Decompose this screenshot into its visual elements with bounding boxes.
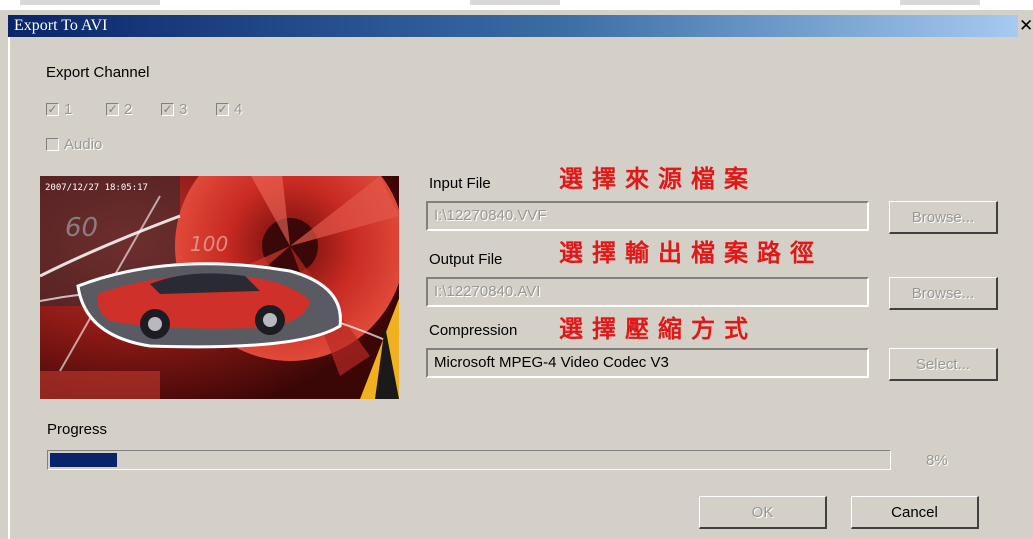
progress-bar (47, 450, 891, 470)
input-file-label: Input File (429, 175, 491, 192)
annotation-input-source: 選擇來源檔案 (559, 165, 757, 193)
svg-text:60: 60 (65, 213, 98, 243)
preview-timestamp: 2007/12/27 18:05:17 (45, 183, 148, 193)
annotation-compression: 選擇壓縮方式 (559, 315, 757, 343)
close-icon: ✕ (1019, 17, 1033, 36)
compression-field[interactable]: Microsoft MPEG-4 Video Codec V3 (426, 348, 869, 378)
channel-2-checkbox[interactable]: ✓ (106, 103, 119, 116)
input-file-text: Input File (429, 175, 491, 192)
background-strip-segment (470, 0, 560, 5)
background-strip-segment (900, 0, 980, 5)
input-browse-button[interactable]: Browse... (889, 201, 998, 234)
progress-percent: 8% (926, 452, 948, 469)
compression-select-button[interactable]: Select... (889, 348, 998, 381)
export-channel-label: Export Channel (46, 64, 149, 81)
channel-1-checkbox[interactable]: ✓ (46, 103, 59, 116)
progress-text: Progress (47, 421, 108, 438)
export-channel-text: Export Channel (46, 64, 150, 81)
audio-checkbox[interactable] (46, 138, 59, 151)
close-button[interactable]: ✕ (1019, 17, 1033, 36)
compression-text: Compression (429, 322, 518, 339)
ok-button[interactable]: OK (699, 496, 827, 529)
channel-3-checkbox[interactable]: ✓ (161, 103, 174, 116)
audio-label: Audio (64, 136, 103, 153)
window-title: Export To AVI (14, 17, 108, 34)
output-file-field[interactable]: I:\12270840.AVI (426, 277, 869, 307)
output-file-label: Output File (429, 251, 502, 268)
background-window-strip (0, 0, 1033, 10)
video-preview: 60 100 2007/12/27 18:05:17 (40, 176, 399, 399)
preview-image: 60 100 (40, 176, 399, 399)
compression-label: Compression (429, 322, 517, 339)
window-frame (8, 37, 10, 539)
background-strip-segment (20, 0, 160, 5)
channel-4-checkbox[interactable]: ✓ (216, 103, 229, 116)
progress-bar-fill (50, 453, 117, 467)
channel-2-label: 2 (124, 101, 133, 118)
output-browse-button[interactable]: Browse... (889, 277, 998, 310)
audio-option: Audio (46, 136, 166, 153)
input-file-field[interactable]: I:\12270840.VVF (426, 201, 869, 231)
channel-1-label: 1 (64, 101, 73, 118)
title-bar[interactable]: Export To AVI (8, 15, 1018, 37)
svg-text:100: 100 (190, 232, 228, 256)
cancel-button[interactable]: Cancel (851, 496, 979, 529)
channel-3-label: 3 (179, 101, 188, 118)
output-file-text: Output File (429, 251, 503, 268)
channel-4-label: 4 (234, 101, 243, 118)
progress-label: Progress (47, 421, 107, 438)
annotation-output-path: 選擇輸出檔案路徑 (559, 239, 823, 267)
channel-checkboxes: ✓ 1 ✓ 2 ✓ 3 ✓ 4 (46, 101, 276, 118)
